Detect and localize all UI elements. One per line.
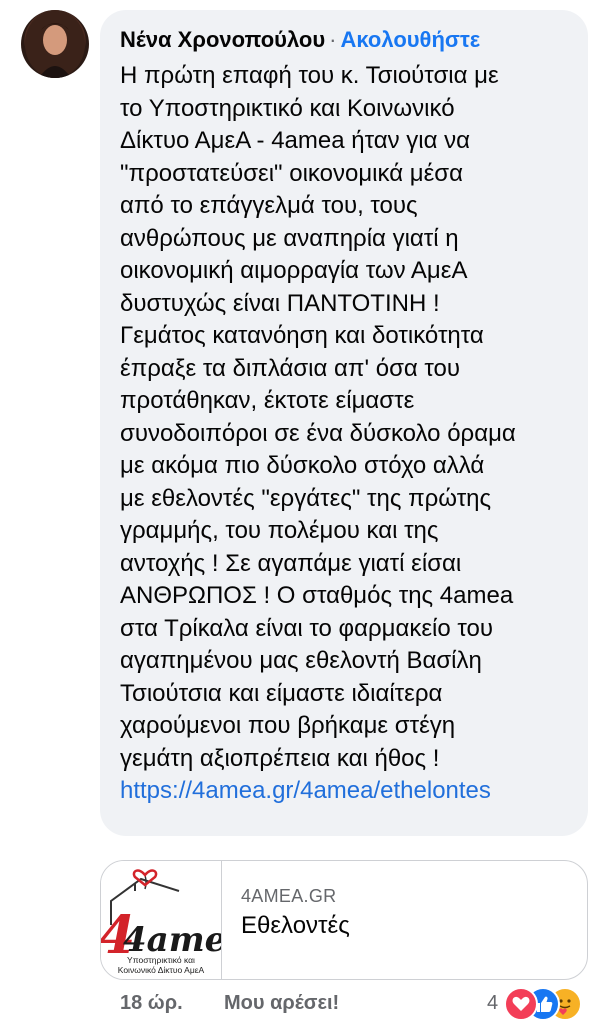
logo-subtitle: Υποστηρικτικό και [127,955,195,965]
timestamp[interactable]: 18 ώρ. [120,992,183,1015]
comment-line: χαρούμενοι που βρήκαμε στέγη [120,712,456,739]
logo-subtitle: Κοινωνικό Δίκτυο ΑμεΑ [118,965,205,975]
preview-domain: 4AMEA.GR [241,886,337,906]
comment-line: προτάθηκαν, έκτοτε είμαστε [120,387,415,414]
comment-line: ΑΝΘΡΩΠΟΣ ! Ο σταθμός της 4amea [120,582,514,609]
comment-line: γραμμής, του πολέμου και της [120,517,439,544]
comment-line: Γεμάτος κατανόηση και δοτικότητα [120,322,484,349]
comment-line: έπραξε τα διπλάσια απ' όσα του [120,354,461,382]
author-name[interactable]: Νένα Χρονοπούλου [120,27,325,52]
reaction-count[interactable]: 4 [487,992,498,1015]
comment-line: συνοδοιπόροι σε ένα δύσκολο όραμα [120,419,516,447]
comment-line: το Υποστηρικτικό και Κοινωνικό [120,94,455,122]
follow-button[interactable]: Ακολουθήστε [340,27,480,52]
love-icon [504,987,538,1021]
logo-text: 4amea [123,920,221,960]
comment-line: Η πρώτη επαφή του κ. Τσιούτσια με [120,62,499,89]
reactions-summary[interactable] [504,987,594,1021]
comment-line: ανθρώπους με αναπηρία γιατί η [120,224,459,252]
comment-line: αντοχής ! Σε αγαπάμε γιατί είσαι [120,549,462,577]
comment-line: Δίκτυο ΑμεΑ - 4amea ήταν για να [120,127,471,154]
avatar[interactable] [21,10,89,78]
preview-title: Εθελοντές [241,912,350,939]
separator-dot: · [329,27,337,52]
link-preview-card[interactable]: 4 4amea Υποστηρικτικό και Κοινωνικό Δίκτ… [100,860,588,980]
amea-logo: 4 4amea Υποστηρικτικό και Κοινωνικό Δίκτ… [101,869,248,975]
comment-line: οικονομική αιμορραγία των ΑμεΑ [120,257,468,284]
comment-text: Η πρώτη επαφή του κ. Τσιούτσια με το Υπο… [120,60,570,808]
comment-header: Νένα Χρονοπούλου · Ακολουθήστε [120,26,480,54]
comment-link[interactable]: https://4amea.gr/4amea/ethelontes [120,775,570,808]
preview-thumbnail: 4 4amea Υποστηρικτικό και Κοινωνικό Δίκτ… [101,861,248,979]
like-button[interactable]: Μου αρέσει! [224,992,339,1015]
comment-line: "προστατεύσει" οικονομικά μέσα [120,159,463,187]
comment-line: γεμάτη αξιοπρέπεια και ήθος ! [120,744,440,772]
comment-line: από το επάγγελμά του, τους [120,192,418,219]
comment-line: Τσιούτσια και είμαστε ιδιαίτερα [120,679,443,707]
comment-line: αγαπημένου μας εθελοντή Βασίλη [120,647,482,674]
comment-line: στα Τρίκαλα είναι το φαρμακείο του [120,614,493,642]
comment-line: με εθελοντές "εργάτες" της πρώτης [120,484,492,512]
comment-line: με ακόμα πιο δύσκολο στόχο αλλά [120,452,485,479]
comment-line: δυστυχώς είναι ΠΑΝΤΟΤΙΝΗ ! [120,289,440,317]
